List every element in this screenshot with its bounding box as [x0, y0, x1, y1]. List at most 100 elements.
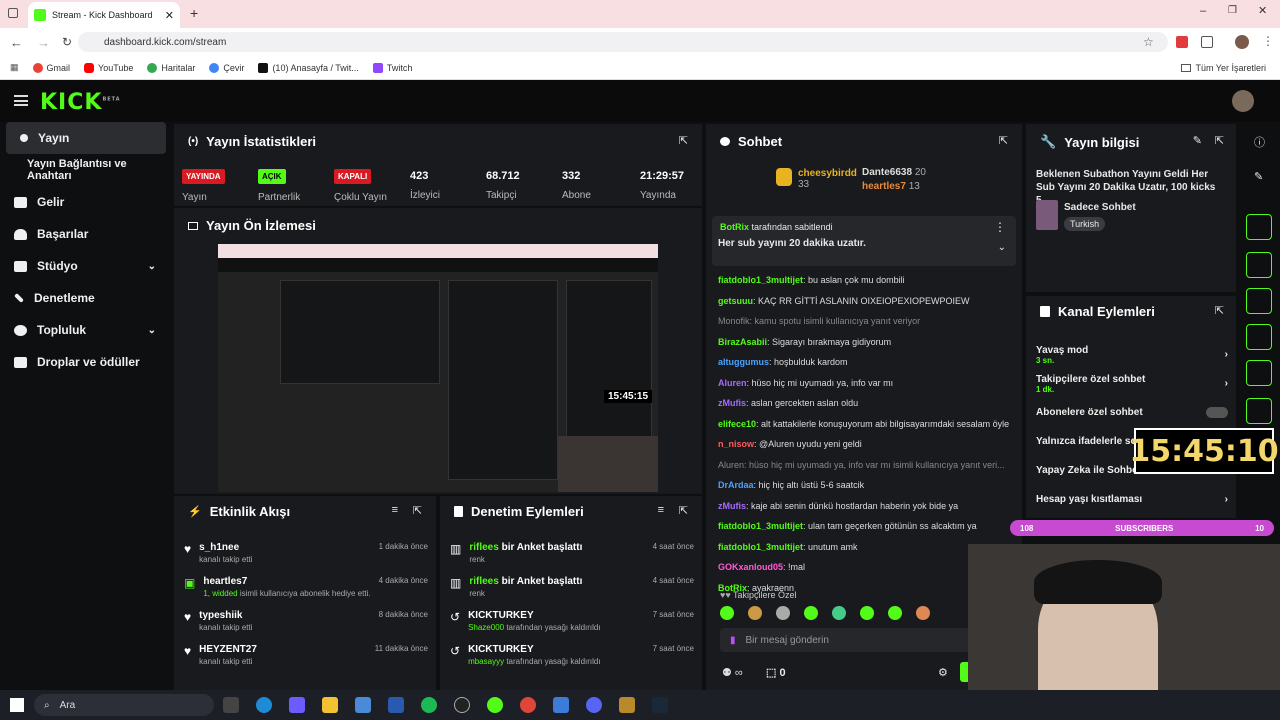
chat-username[interactable]: elifece10 [718, 419, 756, 429]
reload-icon[interactable]: ↻ [62, 35, 72, 49]
mod-user[interactable]: Shaze000 [468, 623, 504, 632]
mod-name[interactable]: riflees [469, 576, 498, 587]
steam-icon[interactable] [651, 697, 668, 713]
chat-username[interactable]: GOKxanloud05 [718, 562, 783, 572]
user-avatar[interactable] [1232, 90, 1254, 112]
game-icon[interactable] [618, 697, 635, 713]
preview-video[interactable]: 15:45:15 [218, 244, 658, 492]
gift-recipient[interactable]: 1, widded [203, 589, 237, 598]
bookmark-twitch[interactable]: Twitch [372, 62, 412, 73]
taskbar-search[interactable]: ⌕ Ara [34, 694, 214, 716]
minimize-icon[interactable]: – [1200, 5, 1206, 17]
edit-icon[interactable]: ✎ [1254, 170, 1263, 183]
back-icon[interactable]: ← [10, 35, 23, 50]
chat-username[interactable]: fiatdoblo1_3multijet [718, 542, 803, 552]
browser-menu-icon[interactable]: ⋮ [1262, 34, 1274, 48]
action-subs-only[interactable]: Abonelere özel sohbet [1036, 398, 1228, 427]
edit-icon[interactable]: ✎ [1193, 134, 1202, 147]
hamburger-menu-icon[interactable] [14, 95, 28, 106]
pin-icon[interactable]: ⋮ [994, 220, 1006, 234]
all-bookmarks[interactable]: Tüm Yer İşaretleri [1181, 63, 1266, 73]
chat-username[interactable]: DrArdaa [718, 480, 754, 490]
pinned-message[interactable]: BotRix tarafından sabitlendi Her sub yay… [712, 216, 1016, 266]
sidebar-item-topluluk[interactable]: Topluluk ⌄ [0, 314, 172, 346]
extension-icon[interactable] [1176, 36, 1188, 48]
explorer-icon[interactable] [321, 697, 338, 713]
rail-button-5[interactable] [1246, 360, 1272, 386]
windows-start-icon[interactable] [10, 698, 24, 712]
bookmark-star-icon[interactable]: ☆ [1143, 35, 1154, 49]
sidebar-item-gelir[interactable]: Gelir [0, 186, 172, 218]
chat-username[interactable]: getsuuu [718, 296, 753, 306]
chat-username[interactable]: n_nisow [718, 439, 754, 449]
mod-name[interactable]: KICKTURKEY [468, 644, 601, 655]
url-input[interactable]: dashboard.kick.com/stream [78, 32, 1168, 52]
popout-icon[interactable]: ⇱ [999, 134, 1008, 147]
toggle-switch[interactable] [1206, 407, 1228, 418]
new-tab-icon[interactable]: + [190, 5, 198, 21]
outlook-icon[interactable] [387, 697, 404, 713]
chat-username[interactable]: zMufis [718, 501, 746, 511]
copilot-icon[interactable] [288, 697, 305, 713]
action-followers-only[interactable]: Takipçilere özel sohbet 1 dk. › [1036, 369, 1228, 398]
tab-close-icon[interactable]: ✕ [165, 9, 174, 22]
bookmark-youtube[interactable]: YouTube [84, 62, 133, 73]
action-account-age[interactable]: Hesap yaşı kısıtlaması › [1036, 485, 1228, 514]
sidebar-item-droplar[interactable]: Droplar ve ödüller [0, 346, 172, 378]
emote-icon[interactable] [804, 606, 818, 620]
chat-username[interactable]: Aluren [718, 378, 747, 388]
top-gifter[interactable]: cheesybirdd 33 [798, 168, 857, 190]
bookmark-translate[interactable]: Çevir [209, 62, 244, 73]
popout-icon[interactable]: ⇱ [413, 504, 422, 517]
edge-icon[interactable] [255, 697, 272, 713]
apps-grid-icon[interactable]: ▦ [10, 62, 19, 73]
category-name[interactable]: Sadece Sohbet [1064, 202, 1136, 213]
rail-button-4[interactable] [1246, 324, 1272, 350]
sidebar-item-basarilar[interactable]: Başarılar [0, 218, 172, 250]
chat-input[interactable]: ▮ Bir mesaj gönderin [720, 628, 970, 652]
profile-avatar[interactable] [1235, 35, 1249, 49]
chrome-icon[interactable] [519, 697, 536, 713]
obs-icon[interactable] [453, 697, 470, 713]
chat-username[interactable]: fiatdoblo1_3multijet [718, 521, 803, 531]
activity-name[interactable]: HEYZENT27 [199, 644, 257, 655]
emote-icon[interactable] [832, 606, 846, 620]
forward-icon[interactable]: → [37, 35, 50, 50]
sidebar-item-yayin[interactable]: Yayın [6, 122, 166, 154]
rail-button-1[interactable] [1246, 214, 1272, 240]
popout-icon[interactable]: ⇱ [1215, 134, 1224, 147]
activity-name[interactable]: heartles7 [203, 576, 370, 587]
mod-user[interactable]: mbasayyy [468, 657, 504, 666]
chat-username[interactable]: zMufis [718, 398, 746, 408]
chevron-down-icon[interactable]: ⌄ [998, 242, 1006, 253]
task-view-icon[interactable] [222, 697, 239, 713]
emote-icon[interactable] [748, 606, 762, 620]
extensions-puzzle-icon[interactable] [1201, 36, 1213, 48]
window-close-icon[interactable]: ✕ [1258, 4, 1267, 17]
bookmark-maps[interactable]: Haritalar [147, 62, 195, 73]
mod-name[interactable]: riflees [469, 542, 498, 553]
popout-icon[interactable]: ⇱ [1215, 304, 1224, 317]
maximize-icon[interactable]: ❐ [1228, 5, 1237, 16]
chat-username[interactable]: fiatdoblo1_3multijet [718, 275, 803, 285]
rail-button-6[interactable] [1246, 398, 1272, 424]
infinite-points-icon[interactable]: ⚉ ∞ [722, 666, 743, 679]
gifter-name[interactable]: heartles7 [862, 181, 906, 192]
action-slow-mode[interactable]: Yavaş mod 3 sn. › [1036, 340, 1228, 369]
spotify-icon[interactable] [420, 697, 437, 713]
chat-username[interactable]: altuggumus [718, 357, 769, 367]
filter-icon[interactable]: ≡ [658, 504, 664, 516]
bookmark-gmail[interactable]: Gmail [32, 62, 70, 73]
discord-icon[interactable] [585, 697, 602, 713]
bookmark-twitter[interactable]: (10) Anasayfa / Twit... [258, 62, 359, 73]
activity-name[interactable]: typeshiik [199, 610, 252, 621]
store-icon[interactable] [354, 697, 371, 713]
chat-settings-icon[interactable]: ⚙ [938, 666, 948, 679]
emote-icon[interactable] [776, 606, 790, 620]
emote-icon[interactable] [860, 606, 874, 620]
app-icon[interactable] [552, 697, 569, 713]
info-icon[interactable]: ⓘ [1254, 134, 1265, 150]
chat-username[interactable]: BirazAsabii [718, 337, 767, 347]
gifter-name[interactable]: Dante6638 [862, 167, 912, 178]
filter-icon[interactable]: ≡ [392, 504, 398, 516]
